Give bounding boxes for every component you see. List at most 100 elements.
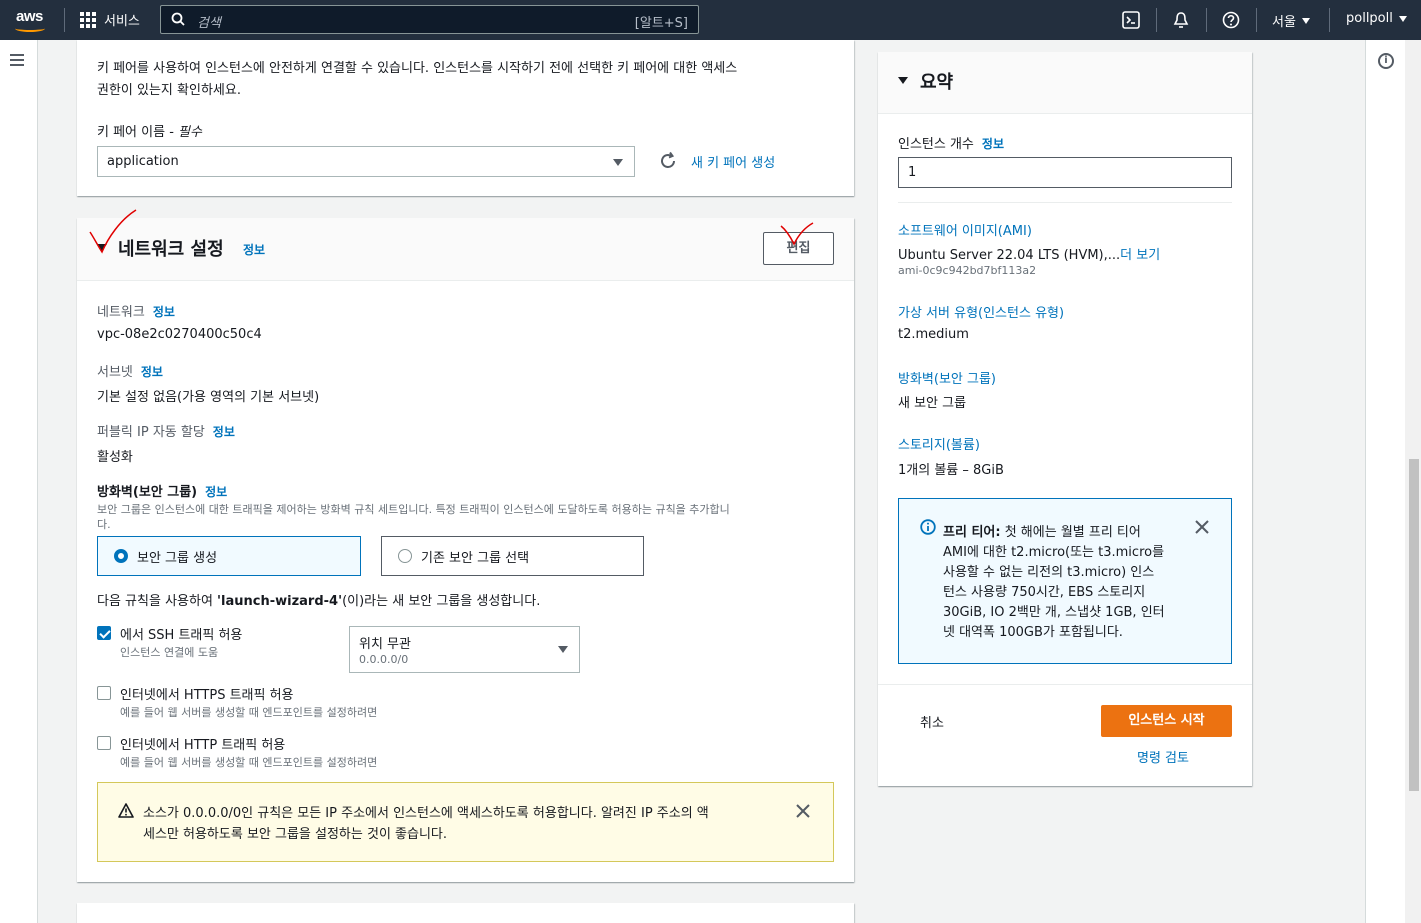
divider (898, 202, 1232, 203)
services-label: 서비스 (104, 14, 140, 29)
ssh-sublabel: 인스턴스 연결에 도움 (120, 646, 219, 659)
ami-link[interactable]: 소프트웨어 이미지(AMI) (898, 220, 1032, 239)
annotation-checkmark-icon (780, 222, 814, 246)
security-group-name: 'launch-wizard-4' (217, 594, 343, 609)
firewall-description-2: 다. (97, 518, 111, 531)
warning-alert: 소스가 0.0.0.0/0인 규칙은 모든 IP 주소에서 인스턴스에 액세스하… (97, 782, 834, 862)
network-info-link[interactable]: 정보 (243, 241, 265, 258)
free-tier-text-2: AMI에 대한 t2.micro(또는 t3.micro를 (943, 545, 1165, 560)
aws-logo[interactable]: aws (14, 6, 50, 34)
warning-text: 소스가 0.0.0.0/0인 규칙은 모든 IP 주소에서 인스턴스에 액세스하… (143, 806, 709, 821)
divider (878, 684, 1252, 685)
cloudshell-icon[interactable] (1121, 10, 1141, 30)
aws-smile-icon (15, 25, 45, 32)
free-tier-text-4: 턴스 사용량 750시간, EBS 스토리지 (943, 585, 1146, 600)
close-icon[interactable] (796, 804, 810, 818)
account-menu[interactable]: pollpoll (1346, 11, 1407, 26)
launch-instance-button[interactable]: 인스턴스 시작 (1101, 705, 1232, 737)
caret-down-icon (613, 159, 623, 166)
caret-down-icon (558, 646, 568, 653)
bell-icon[interactable] (1171, 10, 1191, 30)
left-rail (0, 40, 38, 923)
free-tier-text-3: 사용할 수 없는 리전의 t3.micro) 인스 (943, 565, 1155, 580)
refresh-icon[interactable] (658, 151, 678, 171)
instance-type-link[interactable]: 가상 서버 유형(인스턴스 유형) (898, 302, 1064, 321)
ami-value: Ubuntu Server 22.04 LTS (HVM),...더 보기 (898, 248, 1161, 263)
public-ip-label: 퍼블릭 IP 자동 할당 정보 (97, 425, 235, 440)
firewall-link[interactable]: 방화벽(보안 그룹) (898, 368, 996, 387)
search-shortcut: [알트+S] (634, 16, 688, 31)
radio-selected[interactable] (114, 549, 128, 563)
scrollbar-thumb[interactable] (1409, 459, 1419, 791)
instance-count-label: 인스턴스 개수 정보 (898, 137, 1004, 152)
option-create-label: 보안 그룹 생성 (137, 551, 218, 566)
ssh-source-select[interactable]: 위치 무관 0.0.0.0/0 (349, 626, 580, 673)
services-menu-button[interactable]: 서비스 (80, 10, 140, 29)
keypair-description-2: 권한이 있는지 확인하세요. (97, 83, 241, 98)
subnet-label: 서브넷 정보 (97, 365, 163, 380)
warning-icon (118, 803, 134, 818)
keypair-select[interactable]: application (97, 146, 635, 177)
search-input[interactable]: 검색 [알트+S] (160, 5, 699, 34)
next-panel (77, 903, 854, 923)
http-checkbox[interactable] (97, 736, 111, 750)
close-icon[interactable] (1195, 520, 1209, 534)
required-label: 필수 (178, 125, 202, 140)
keypair-selected: application (107, 154, 179, 169)
ssh-checkbox[interactable] (97, 626, 111, 640)
caret-down-icon (1301, 17, 1310, 24)
nav-divider (1329, 8, 1330, 32)
nav-divider (1256, 8, 1257, 32)
search-icon (171, 12, 185, 26)
create-security-group-option[interactable]: 보안 그룹 생성 (97, 536, 361, 576)
scrollbar[interactable] (1405, 40, 1421, 923)
region-selector[interactable]: 서울 (1272, 11, 1310, 30)
subnet-info-link[interactable]: 정보 (141, 365, 163, 379)
firewall-info-link[interactable]: 정보 (205, 485, 227, 499)
free-tier-text: 프리 티어: 첫 해에는 월별 프리 티어 (943, 525, 1141, 540)
http-sublabel: 예를 들어 웹 서버를 생성할 때 엔드포인트를 설정하려면 (120, 756, 378, 769)
http-label: 인터넷에서 HTTP 트래픽 허용 (120, 738, 286, 753)
nav-divider (1156, 8, 1157, 32)
public-ip-info-link[interactable]: 정보 (213, 425, 235, 439)
storage-link[interactable]: 스토리지(볼륨) (898, 434, 980, 453)
info-icon[interactable]: i (1378, 53, 1394, 69)
subnet-value: 기본 설정 없음(가용 영역의 기본 서브넷) (97, 390, 320, 405)
rule-description: 다음 규칙을 사용하여 'launch-wizard-4'(이)라는 새 보안 … (97, 594, 541, 609)
network-settings-panel: 네트워크 설정 정보 편집 네트워크 정보 vpc-08e2c0270400c50… (77, 218, 854, 882)
network-label: 네트워크 정보 (97, 305, 175, 320)
free-tier-alert: 프리 티어: 첫 해에는 월별 프리 티어 AMI에 대한 t2.micro(또… (898, 498, 1232, 664)
collapse-caret-icon[interactable] (898, 77, 908, 84)
create-keypair-link[interactable]: 새 키 페어 생성 (691, 152, 775, 171)
cancel-button[interactable]: 취소 (920, 712, 944, 731)
annotation-checkmark-icon (89, 209, 137, 254)
firewall-description: 보안 그룹은 인스턴스에 대한 트래픽을 제어하는 방화벽 규칙 세트입니다. … (97, 503, 730, 516)
help-icon[interactable] (1221, 10, 1241, 30)
ami-id: ami-0c9c942bd7bf113a2 (898, 264, 1037, 277)
existing-security-group-option[interactable]: 기존 보안 그룹 선택 (381, 536, 644, 576)
info-icon (920, 519, 936, 535)
instance-count-input[interactable]: 1 (898, 157, 1232, 188)
instance-type-value: t2.medium (898, 327, 969, 342)
top-navigation: aws 서비스 검색 [알트+S] 서울 pollpoll (0, 0, 1421, 40)
menu-icon[interactable] (10, 54, 24, 66)
caret-down-icon (1398, 15, 1407, 22)
aws-logo-text: aws (16, 8, 43, 25)
ssh-label: 에서 SSH 트래픽 허용 (120, 628, 243, 643)
radio-unselected[interactable] (398, 549, 412, 563)
count-info-link[interactable]: 정보 (982, 137, 1004, 151)
storage-value: 1개의 볼륨 – 8GiB (898, 463, 1004, 478)
https-label: 인터넷에서 HTTPS 트래픽 허용 (120, 688, 294, 703)
review-commands-link[interactable]: 명령 검토 (1137, 747, 1189, 766)
public-ip-value: 활성화 (97, 450, 133, 465)
network-value: vpc-08e2c0270400c50c4 (97, 327, 262, 342)
network-info-link[interactable]: 정보 (153, 305, 175, 319)
ami-more-link[interactable]: 더 보기 (1120, 248, 1160, 263)
nav-divider (1206, 8, 1207, 32)
region-label: 서울 (1272, 15, 1296, 30)
https-sublabel: 예를 들어 웹 서버를 생성할 때 엔드포인트를 설정하려면 (120, 706, 378, 719)
https-checkbox[interactable] (97, 686, 111, 700)
firewall-label: 방화벽(보안 그룹) 정보 (97, 485, 228, 500)
summary-panel: 요약 인스턴스 개수 정보 1 소프트웨어 이미지(AMI) Ubuntu Ser… (878, 52, 1252, 786)
account-label: pollpoll (1346, 11, 1393, 26)
